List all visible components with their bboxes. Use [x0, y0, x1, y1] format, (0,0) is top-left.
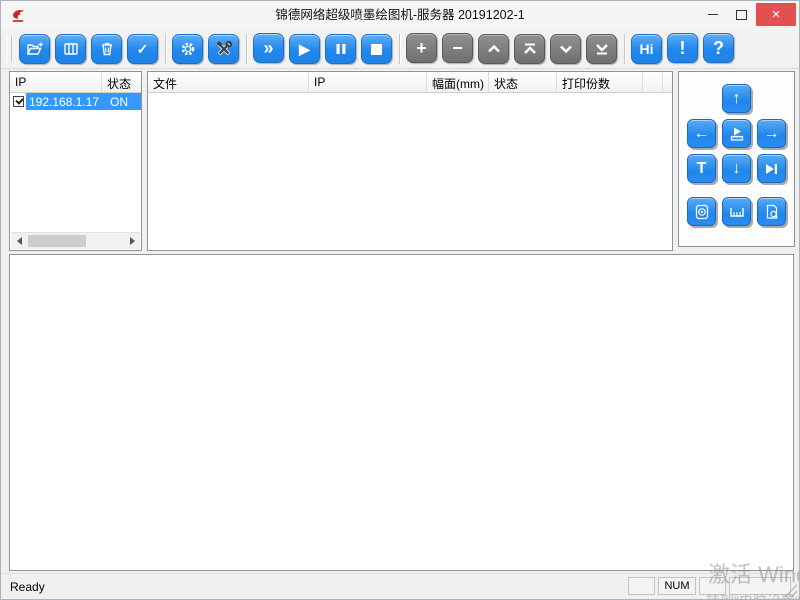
print-test-button[interactable] — [722, 119, 751, 148]
scrollbar-thumb[interactable] — [28, 235, 86, 247]
status-pane-extra — [729, 577, 791, 595]
toolbar-gripper — [7, 36, 12, 62]
send-to-print-button[interactable]: » — [253, 33, 284, 63]
alert-button[interactable]: ! — [667, 33, 698, 63]
printer-status: ON — [102, 95, 128, 109]
skip-to-end-icon — [764, 162, 779, 176]
scroll-left-button[interactable] — [11, 233, 27, 249]
columns-icon — [63, 41, 79, 57]
trash-icon — [99, 41, 115, 57]
column-header-status[interactable]: 状态 — [102, 72, 141, 92]
open-file-button[interactable] — [19, 34, 50, 64]
status-bar: Ready NUM — [1, 573, 799, 600]
minimize-button[interactable] — [698, 3, 727, 26]
scroll-right-button[interactable] — [124, 233, 140, 249]
play-ruler-icon — [729, 126, 745, 142]
pause-button[interactable] — [325, 34, 356, 64]
move-top-button[interactable] — [514, 34, 545, 64]
chevron-up-icon — [486, 41, 502, 57]
column-header-filler — [663, 72, 672, 92]
chevron-bottom-icon — [594, 41, 610, 57]
job-list-body — [148, 93, 672, 251]
scroll-left-icon — [17, 237, 22, 245]
status-message: Ready — [10, 580, 45, 594]
gear-icon — [180, 41, 196, 57]
open-folder-icon — [26, 41, 43, 57]
move-to-end-button[interactable] — [757, 154, 786, 183]
printer-list-panel: IP 状态 192.168.1.17 ON — [9, 71, 142, 251]
toolbar-separator — [246, 34, 247, 64]
printer-checkbox-checked[interactable] — [13, 96, 24, 107]
set-origin-button[interactable]: T — [687, 154, 716, 183]
column-header-file[interactable]: 文件 — [148, 72, 309, 92]
move-up-button[interactable] — [478, 34, 509, 64]
status-pane-scrl — [699, 577, 726, 595]
scrollbar-track[interactable] — [27, 233, 124, 249]
stop-icon — [371, 44, 382, 55]
status-pane-cap — [628, 577, 655, 595]
job-list-header: 文件 IP 幅面(mm) 状态 打印份数 — [148, 72, 672, 93]
ruler-icon — [729, 205, 745, 219]
confirm-button[interactable]: ✓ — [127, 34, 158, 64]
preview-canvas — [9, 254, 794, 571]
preview-document-icon — [764, 204, 780, 220]
main-toolbar: ✓ » ▶ — [1, 30, 799, 69]
tools-button[interactable] — [208, 34, 239, 64]
hi-button[interactable]: Hi — [631, 34, 662, 64]
column-header-width[interactable]: 幅面(mm) — [427, 72, 489, 92]
toolbar-separator — [624, 34, 625, 64]
move-down-button[interactable] — [550, 34, 581, 64]
column-header-status[interactable]: 状态 — [489, 72, 557, 92]
printer-row-selection[interactable]: 192.168.1.17 ON — [26, 93, 141, 110]
close-button[interactable]: × — [756, 3, 796, 26]
jog-left-button[interactable]: ← — [687, 119, 716, 148]
jog-up-button[interactable]: ↑ — [722, 84, 751, 113]
column-header-copies[interactable]: 打印份数 — [557, 72, 643, 92]
help-button[interactable]: ? — [703, 33, 734, 63]
printer-row[interactable]: 192.168.1.17 ON — [10, 93, 141, 110]
toolbar-separator — [399, 34, 400, 64]
minimize-icon — [708, 14, 718, 15]
start-button[interactable]: ▶ — [289, 34, 320, 64]
column-header-ip[interactable]: IP — [10, 72, 102, 92]
title-bar[interactable]: 锦德网络超级喷墨绘图机-服务器 20191202-1 × — [1, 1, 799, 31]
jog-down-button[interactable]: ↓ — [722, 154, 751, 183]
app-logo-icon — [9, 6, 27, 25]
move-bottom-button[interactable] — [586, 34, 617, 64]
stop-button[interactable] — [361, 34, 392, 64]
chevron-top-icon — [522, 41, 538, 57]
column-header-ip[interactable]: IP — [309, 72, 427, 92]
preview-button[interactable] — [757, 197, 786, 226]
nozzle-icon — [694, 204, 710, 220]
printer-list-header: IP 状态 — [10, 72, 141, 93]
pause-icon — [335, 43, 347, 55]
nozzle-check-button[interactable] — [687, 197, 716, 226]
printer-ip: 192.168.1.17 — [26, 95, 102, 109]
chevron-down-icon — [558, 41, 574, 57]
delete-button[interactable] — [91, 34, 122, 64]
toolbar-separator — [165, 34, 166, 64]
remove-button[interactable]: − — [442, 33, 473, 63]
hammer-wrench-icon — [215, 40, 233, 58]
window-title: 锦德网络超级喷墨绘图机-服务器 20191202-1 — [1, 1, 799, 30]
jog-grid: ↑ ← → T ↓ — [679, 72, 794, 218]
settings-button[interactable] — [172, 34, 203, 64]
add-button[interactable]: + — [406, 33, 437, 63]
column-view-button[interactable] — [55, 34, 86, 64]
scroll-right-icon — [130, 237, 135, 245]
maximize-icon — [736, 10, 747, 20]
app-window: 锦德网络超级喷墨绘图机-服务器 20191202-1 × — [0, 0, 800, 600]
column-header-empty — [643, 72, 663, 92]
measure-button[interactable] — [722, 197, 751, 226]
maximize-button[interactable] — [727, 3, 756, 26]
jog-right-button[interactable]: → — [757, 119, 786, 148]
status-pane-num: NUM — [658, 577, 696, 595]
horizontal-scrollbar[interactable] — [11, 232, 140, 249]
job-list-panel: 文件 IP 幅面(mm) 状态 打印份数 — [147, 71, 673, 251]
caption-buttons: × — [698, 3, 796, 26]
jog-control-panel: ↑ ← → T ↓ — [678, 71, 795, 247]
